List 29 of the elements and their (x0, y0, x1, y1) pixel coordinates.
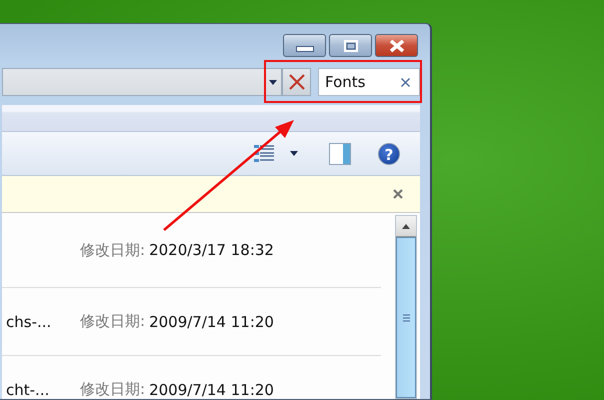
scroll-thumb[interactable] (396, 237, 416, 398)
close-icon[interactable] (393, 189, 403, 199)
close-button[interactable] (375, 34, 418, 57)
date-label: 修改日期: (80, 380, 146, 399)
minimize-icon (296, 46, 314, 52)
maximize-button[interactable] (329, 34, 372, 57)
search-field[interactable]: Fonts (318, 68, 420, 96)
file-name[interactable]: chs-... (2, 312, 80, 330)
view-list-icon[interactable] (254, 144, 274, 162)
up-caret-icon (402, 224, 410, 228)
dropdown-caret-icon[interactable] (290, 151, 298, 156)
preview-pane-icon[interactable] (329, 142, 351, 164)
search-text: Fonts (325, 73, 366, 91)
file-name[interactable]: cht-... (2, 380, 80, 398)
minimize-button[interactable] (283, 34, 326, 57)
date-value: 2009/7/14 11:20 (149, 380, 274, 398)
date-label: 修改日期: (80, 312, 146, 331)
maximize-icon (344, 40, 358, 52)
dropdown-caret-icon[interactable] (269, 80, 277, 84)
stop-button[interactable] (282, 68, 311, 96)
close-icon (388, 38, 406, 52)
date-value: 2020/3/17 18:32 (149, 241, 274, 259)
help-button[interactable]: ? (378, 142, 400, 164)
scroll-up-button[interactable] (396, 216, 416, 237)
date-value: 2009/7/14 11:20 (149, 312, 274, 330)
cross-icon (288, 73, 306, 91)
clear-icon[interactable] (401, 78, 410, 86)
date-label: 修改日期: (80, 240, 146, 260)
scrollbar[interactable] (395, 215, 417, 399)
